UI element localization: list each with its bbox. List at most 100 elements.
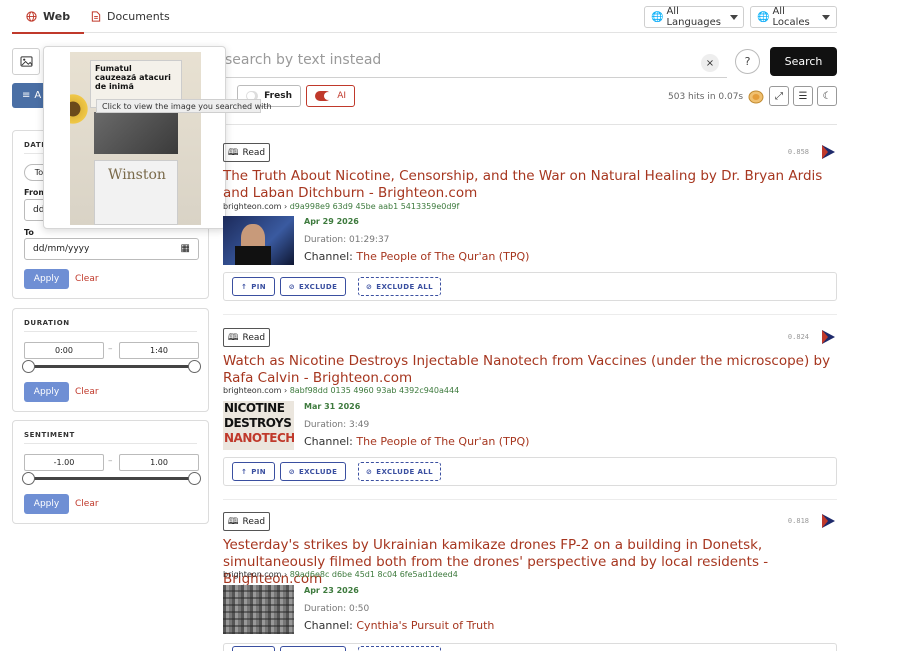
search-button[interactable]: Search	[770, 47, 837, 76]
result-title-link[interactable]: The Truth About Nicotine, Censorship, an…	[223, 168, 833, 202]
result-url[interactable]: brighteon.com › d9a998e9 63d9 45be aab1 …	[223, 202, 459, 211]
sentiment-filter-panel: SENTIMENT -1.00 – 1.00 Apply Clear	[12, 420, 209, 524]
exclude-all-button[interactable]: ⊘ EXCLUDE ALL	[358, 277, 441, 296]
result-title-link[interactable]: Watch as Nicotine Destroys Injectable Na…	[223, 353, 833, 387]
result-channel: Channel: The People of The Qur'an (TPQ)	[304, 250, 529, 263]
sunflower	[70, 92, 90, 126]
result-thumbnail[interactable]	[223, 216, 294, 265]
brighteon-logo-icon	[822, 330, 835, 344]
globe-icon: 🌐	[651, 11, 664, 23]
exclude-all-button[interactable]	[358, 646, 441, 651]
channel-prefix: Channel:	[304, 619, 353, 632]
top-nav: Web Documents 🌐 All Languages 🌐 All Loca…	[11, 0, 837, 34]
read-button-label: Read	[242, 516, 266, 527]
relevance-score: 0.818	[787, 517, 809, 525]
to-date-value: dd/mm/yyyy	[33, 244, 90, 254]
fresh-toggle-label: Fresh	[264, 91, 292, 101]
read-button[interactable]: 🕮 Read	[223, 143, 270, 162]
result-separator	[223, 314, 837, 315]
duration-apply-button[interactable]: Apply	[24, 382, 69, 402]
pin-button[interactable]: ↑ PIN	[232, 277, 275, 296]
ai-toggle[interactable]: AI	[306, 85, 355, 107]
result-title-link[interactable]: Yesterday's strikes by Ukrainian kamikaz…	[223, 537, 833, 588]
duration-slider-max-handle[interactable]	[188, 360, 201, 373]
duration-slider-track[interactable]	[29, 365, 195, 368]
channel-link[interactable]: The People of The Qur'an (TPQ)	[356, 250, 529, 263]
exclude-label: EXCLUDE	[298, 282, 338, 291]
chevron-down-icon	[730, 14, 739, 20]
speaker-body	[235, 246, 271, 265]
result-hash: 8abf98dd 0135 4960 93ab 4392c940a444	[289, 386, 460, 395]
range-dash: –	[108, 344, 113, 354]
expand-button[interactable]: ⤢	[769, 86, 789, 106]
result-url[interactable]: brighteon.com › 89ad6e8c d6be 45d1 8c04 …	[223, 570, 458, 579]
range-dash: –	[108, 456, 113, 466]
result-actions	[223, 643, 837, 651]
result-thumbnail[interactable]	[223, 585, 294, 634]
sentiment-slider-track[interactable]	[29, 477, 195, 480]
hits-count: 503 hits in 0.07s	[668, 90, 764, 104]
duration-clear-link[interactable]: Clear	[75, 387, 99, 397]
chevron-down-icon	[822, 14, 830, 20]
book-icon: 🕮	[227, 332, 239, 343]
expand-icon: ⤢	[775, 90, 783, 102]
duration-min-input[interactable]: 0:00	[24, 342, 104, 359]
date-apply-button[interactable]: Apply	[24, 269, 69, 289]
duration-slider-min-handle[interactable]	[22, 360, 35, 373]
locale-select[interactable]: 🌐 All Locales	[750, 6, 837, 28]
to-date-input[interactable]: dd/mm/yyyy ▦	[24, 238, 199, 260]
pin-icon: ↑	[240, 282, 248, 291]
tab-web[interactable]: Web	[11, 10, 85, 34]
exclude-button[interactable]: ⊘ EXCLUDE	[280, 277, 346, 296]
channel-prefix: Channel:	[304, 435, 353, 448]
help-button[interactable]: ?	[735, 49, 760, 74]
channel-link[interactable]: The People of The Qur'an (TPQ)	[356, 435, 529, 448]
read-button[interactable]: 🕮 Read	[223, 512, 270, 531]
searched-image-thumbnail[interactable]: Fumatul cauzează atacuri de inimă Winsto…	[70, 52, 201, 225]
read-button-label: Read	[242, 147, 266, 158]
brand-text: Winston	[108, 167, 166, 183]
duration-max-input[interactable]: 1:40	[119, 342, 199, 359]
image-search-button[interactable]	[12, 48, 40, 75]
duration-filter-panel: DURATION 0:00 – 1:40 Apply Clear	[12, 308, 209, 412]
result-separator	[223, 499, 837, 500]
warning-text-line: de inimă	[95, 82, 134, 91]
tab-documents[interactable]: Documents	[91, 10, 170, 23]
dark-mode-button[interactable]: ☾	[817, 86, 837, 106]
result-date: Mar 31 2026	[304, 402, 361, 411]
document-icon	[91, 11, 101, 22]
result-date: Apr 29 2026	[304, 217, 359, 226]
result-url[interactable]: brighteon.com › 8abf98dd 0135 4960 93ab …	[223, 386, 459, 395]
sentiment-apply-button[interactable]: Apply	[24, 494, 69, 514]
date-clear-link[interactable]: Clear	[75, 274, 99, 284]
clear-search-button[interactable]: ×	[701, 54, 719, 72]
warning-text-line: cauzează atacuri	[95, 73, 171, 82]
read-button[interactable]: 🕮 Read	[223, 328, 270, 347]
brighteon-logo-icon	[822, 514, 835, 528]
pin-button[interactable]: ↑ PIN	[232, 462, 275, 481]
searched-image-popover[interactable]: Fumatul cauzează atacuri de inimă Winsto…	[43, 46, 226, 229]
sentiment-min-input[interactable]: -1.00	[24, 454, 104, 471]
list-view-button[interactable]: ☰	[793, 86, 813, 106]
to-label: To	[24, 228, 34, 237]
list-icon: ☰	[798, 90, 808, 102]
advanced-button-label: A	[34, 90, 42, 101]
brighteon-logo-icon	[822, 145, 835, 159]
language-select[interactable]: 🌐 All Languages	[644, 6, 744, 28]
result-duration: Duration: 01:29:37	[304, 235, 390, 245]
sentiment-slider-min-handle[interactable]	[22, 472, 35, 485]
result-duration: Duration: 3:49	[304, 420, 370, 430]
pin-button[interactable]	[232, 646, 275, 651]
exclude-button[interactable]: ⊘ EXCLUDE	[280, 462, 346, 481]
search-input[interactable]: search by text instead	[225, 52, 381, 68]
result-thumbnail[interactable]: NICOTINE DESTROYS NANOTECH	[223, 401, 294, 450]
panel-divider	[24, 443, 197, 444]
globe-icon	[26, 11, 37, 22]
exclude-all-button[interactable]: ⊘ EXCLUDE ALL	[358, 462, 441, 481]
exclude-button[interactable]	[280, 646, 346, 651]
sentiment-clear-link[interactable]: Clear	[75, 499, 99, 509]
channel-link[interactable]: Cynthia's Pursuit of Truth	[356, 619, 494, 632]
sentiment-max-input[interactable]: 1.00	[119, 454, 199, 471]
ai-switch[interactable]	[315, 91, 333, 101]
sentiment-slider-max-handle[interactable]	[188, 472, 201, 485]
